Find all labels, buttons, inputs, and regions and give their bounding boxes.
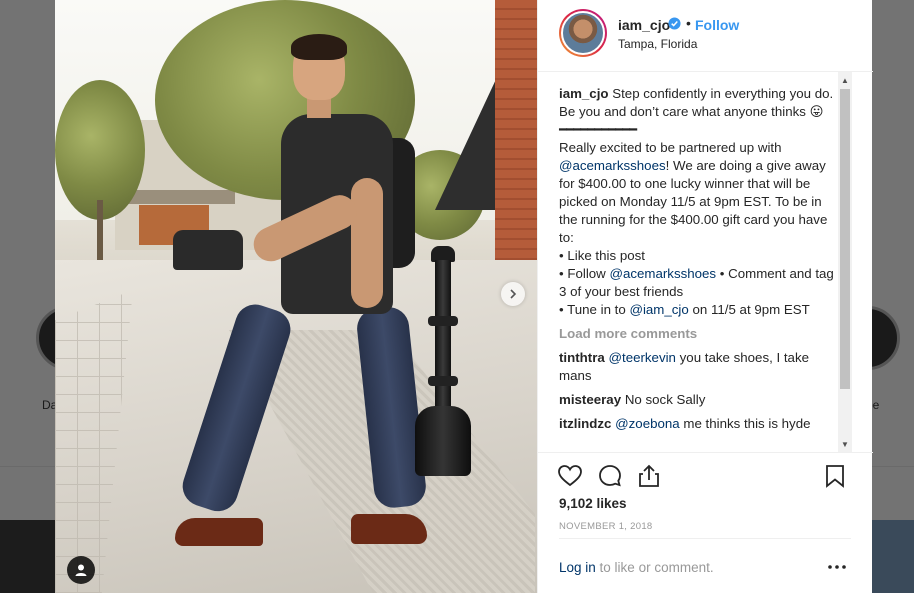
post-details-panel: iam_cjo • Follow Tampa, Florida iam_cjo … <box>537 0 873 593</box>
caption-bullet: • Like this post <box>559 248 645 263</box>
post-actions: 9,102 likes NOVEMBER 1, 2018 <box>538 452 873 552</box>
bollard-shaft <box>435 260 451 410</box>
load-more-comments-button[interactable]: Load more comments <box>559 325 835 343</box>
comment-text: No sock Sally <box>624 392 706 407</box>
share-icon[interactable] <box>636 463 662 489</box>
bollard-ring <box>428 376 458 386</box>
scrollbar-thumb[interactable] <box>840 89 850 389</box>
location-link[interactable]: Tampa, Florida <box>618 37 697 51</box>
bollard-ring <box>428 316 458 326</box>
user-tag-icon[interactable] <box>67 556 95 584</box>
heart-icon[interactable] <box>557 463 583 489</box>
bookmark-icon[interactable] <box>822 463 848 489</box>
comment: tinthtra @teerkevin you take shoes, I ta… <box>559 349 835 385</box>
add-comment-section: Log in to like or comment. <box>559 538 851 593</box>
comments-content: iam_cjo Step confidently in everything y… <box>559 85 835 439</box>
caption-bullet: • Follow <box>559 266 610 281</box>
comments-list: iam_cjo Step confidently in everything y… <box>538 72 873 452</box>
login-suffix: to like or comment. <box>595 560 714 575</box>
mention-link[interactable]: @acemarksshoes <box>609 266 716 281</box>
comment-username[interactable]: itzlindzc <box>559 416 611 431</box>
photo-brick-building <box>495 0 537 300</box>
post-photo <box>55 0 537 593</box>
person-arm <box>351 178 383 308</box>
scroll-down-arrow-icon[interactable]: ▼ <box>838 438 852 450</box>
comment: misteeray No sock Sally <box>559 391 835 409</box>
scroll-up-arrow-icon[interactable]: ▲ <box>838 74 852 86</box>
likes-count[interactable]: 9,102 likes <box>559 496 627 511</box>
post-date: NOVEMBER 1, 2018 <box>559 521 653 532</box>
person-shoe <box>175 518 263 546</box>
comment: itzlindzc @zoebona me thinks this is hyd… <box>559 415 835 433</box>
bollard-base <box>415 406 471 476</box>
login-link[interactable]: Log in <box>559 560 596 575</box>
background-thumbnail <box>872 520 914 593</box>
username-link[interactable]: iam_cjo <box>618 17 670 33</box>
person-leg <box>177 299 296 517</box>
person-shoe <box>351 514 427 544</box>
caption-bullet: • Tune in to <box>559 302 630 317</box>
mention-link[interactable]: @acemarksshoes <box>559 158 666 173</box>
caption-dashes: ━━━━━━━━━━━ <box>559 122 637 137</box>
more-options-icon[interactable] <box>825 557 849 577</box>
verified-badge-icon <box>668 17 681 30</box>
comment-username[interactable]: misteeray <box>559 392 621 407</box>
avatar[interactable] <box>559 9 607 57</box>
mention-link[interactable]: @teerkevin <box>609 350 676 365</box>
person-hair <box>291 34 347 60</box>
chevron-right-icon[interactable] <box>501 282 525 306</box>
comments-scrollbar[interactable]: ▲ ▼ <box>838 72 852 452</box>
photo-bollard <box>411 246 475 476</box>
follow-button[interactable]: Follow <box>695 17 739 33</box>
login-prompt: Log in to like or comment. <box>559 560 714 575</box>
mention-link[interactable]: @zoebona <box>615 416 680 431</box>
photo-tree <box>55 80 145 220</box>
photo-person <box>175 34 435 558</box>
background-thumbnail <box>0 520 55 593</box>
post-header: iam_cjo • Follow Tampa, Florida <box>538 0 873 72</box>
comment-text: me thinks this is hyde <box>679 416 811 431</box>
separator-dot: • <box>686 15 691 31</box>
comment-icon[interactable] <box>597 463 623 489</box>
post-modal: iam_cjo • Follow Tampa, Florida iam_cjo … <box>55 0 873 593</box>
caption: iam_cjo Step confidently in everything y… <box>559 85 835 319</box>
caption-username[interactable]: iam_cjo <box>559 86 609 101</box>
photo-tree-trunk <box>97 200 103 260</box>
avatar-image <box>561 11 605 55</box>
caption-text: Really excited to be partnered up with <box>559 140 782 155</box>
comment-username[interactable]: tinthtra <box>559 350 605 365</box>
mention-link[interactable]: @iam_cjo <box>629 302 688 317</box>
caption-bullet: on 11/5 at 9pm EST <box>688 302 810 317</box>
